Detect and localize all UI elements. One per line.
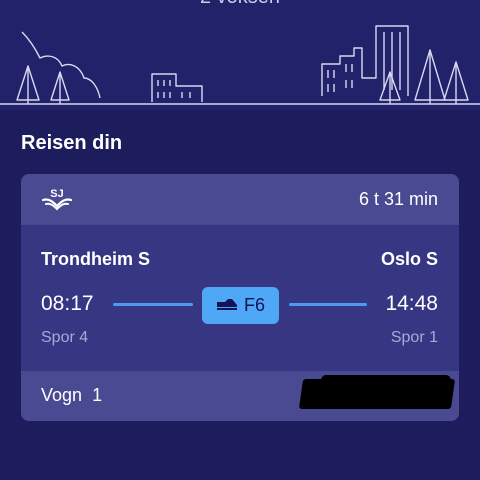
redacted-area-top bbox=[321, 375, 451, 387]
departure-track: Spor 4 bbox=[41, 329, 89, 346]
arrival-track: Spor 1 bbox=[390, 329, 438, 346]
line-badge: F6 bbox=[202, 287, 279, 324]
car-number: 1 bbox=[92, 385, 103, 405]
departure-time: 08:17 bbox=[41, 292, 94, 315]
car-row[interactable]: Vogn 1 bbox=[21, 371, 459, 421]
city-skyline-illustration bbox=[0, 25, 480, 105]
line-label: F6 bbox=[243, 295, 265, 315]
journey-card[interactable]: SJ 6 t 31 min Trondheim S Oslo S 08:17 F… bbox=[21, 174, 459, 421]
svg-text:SJ: SJ bbox=[50, 188, 63, 200]
car-label-text: Vogn bbox=[41, 385, 83, 405]
journey-duration: 6 t 31 min bbox=[358, 189, 438, 209]
sj-logo-icon: SJ bbox=[41, 186, 73, 217]
arrival-time: 14:48 bbox=[385, 292, 438, 315]
car-label: Vogn 1 bbox=[41, 385, 102, 406]
route-line-left bbox=[113, 303, 193, 306]
journey-card-header: SJ 6 t 31 min bbox=[21, 174, 459, 225]
hero-illustration: 2 voksen bbox=[0, 0, 480, 110]
section-title: Reisen din bbox=[21, 132, 123, 154]
departure-station: Trondheim S bbox=[41, 249, 151, 269]
route-line-right bbox=[289, 303, 367, 306]
train-icon bbox=[216, 295, 238, 316]
arrival-station: Oslo S bbox=[380, 249, 438, 269]
